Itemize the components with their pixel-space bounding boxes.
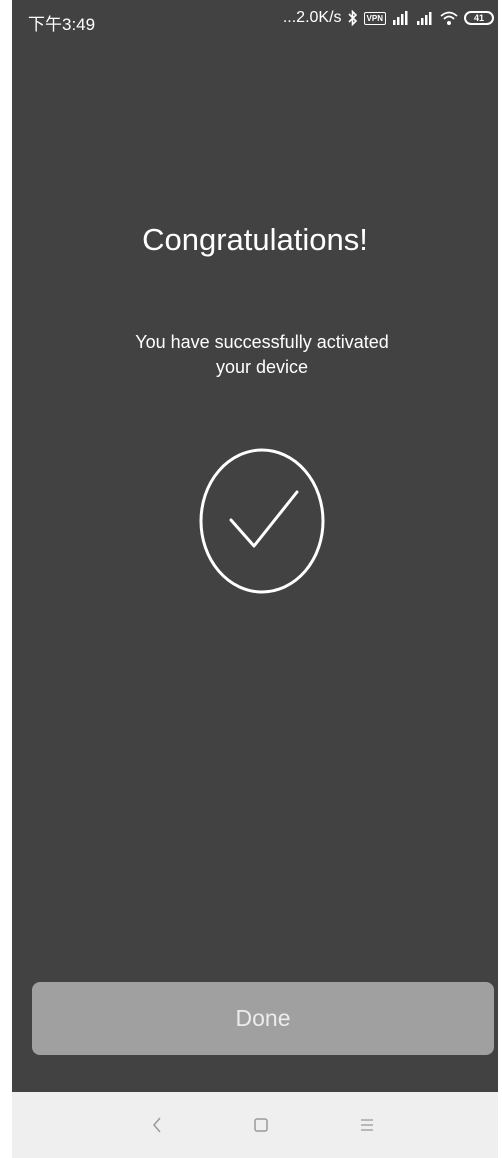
wifi-icon (440, 11, 458, 25)
network-speed: ...2.0K/s (282, 9, 342, 26)
success-message: You have successfully activated your dev… (102, 330, 422, 380)
done-button[interactable]: Done (32, 982, 494, 1055)
vpn-icon: VPN (363, 11, 386, 25)
status-time: 下午3:49 (28, 15, 96, 34)
signal-icon (416, 11, 434, 25)
status-bar: 下午3:49 ...2.0K/s VPN 41 (12, 0, 498, 40)
signal-hd-icon (392, 11, 410, 25)
home-icon[interactable] (246, 1110, 276, 1140)
menu-icon[interactable] (352, 1110, 382, 1140)
app-screen: 下午3:49 ...2.0K/s VPN 41 Congratulations!… (12, 0, 498, 1158)
status-icons: ...2.0K/s VPN 41 (283, 9, 494, 27)
message-line-2: your device (215, 357, 309, 377)
message-line-1: You have successfully activated (135, 332, 389, 352)
page-title: Congratulations! (142, 222, 368, 257)
bluetooth-icon (347, 10, 358, 26)
checkmark-circle-icon (198, 447, 326, 595)
back-icon[interactable] (142, 1110, 172, 1140)
navigation-bar (12, 1092, 498, 1158)
battery-icon: 41 (464, 11, 494, 25)
